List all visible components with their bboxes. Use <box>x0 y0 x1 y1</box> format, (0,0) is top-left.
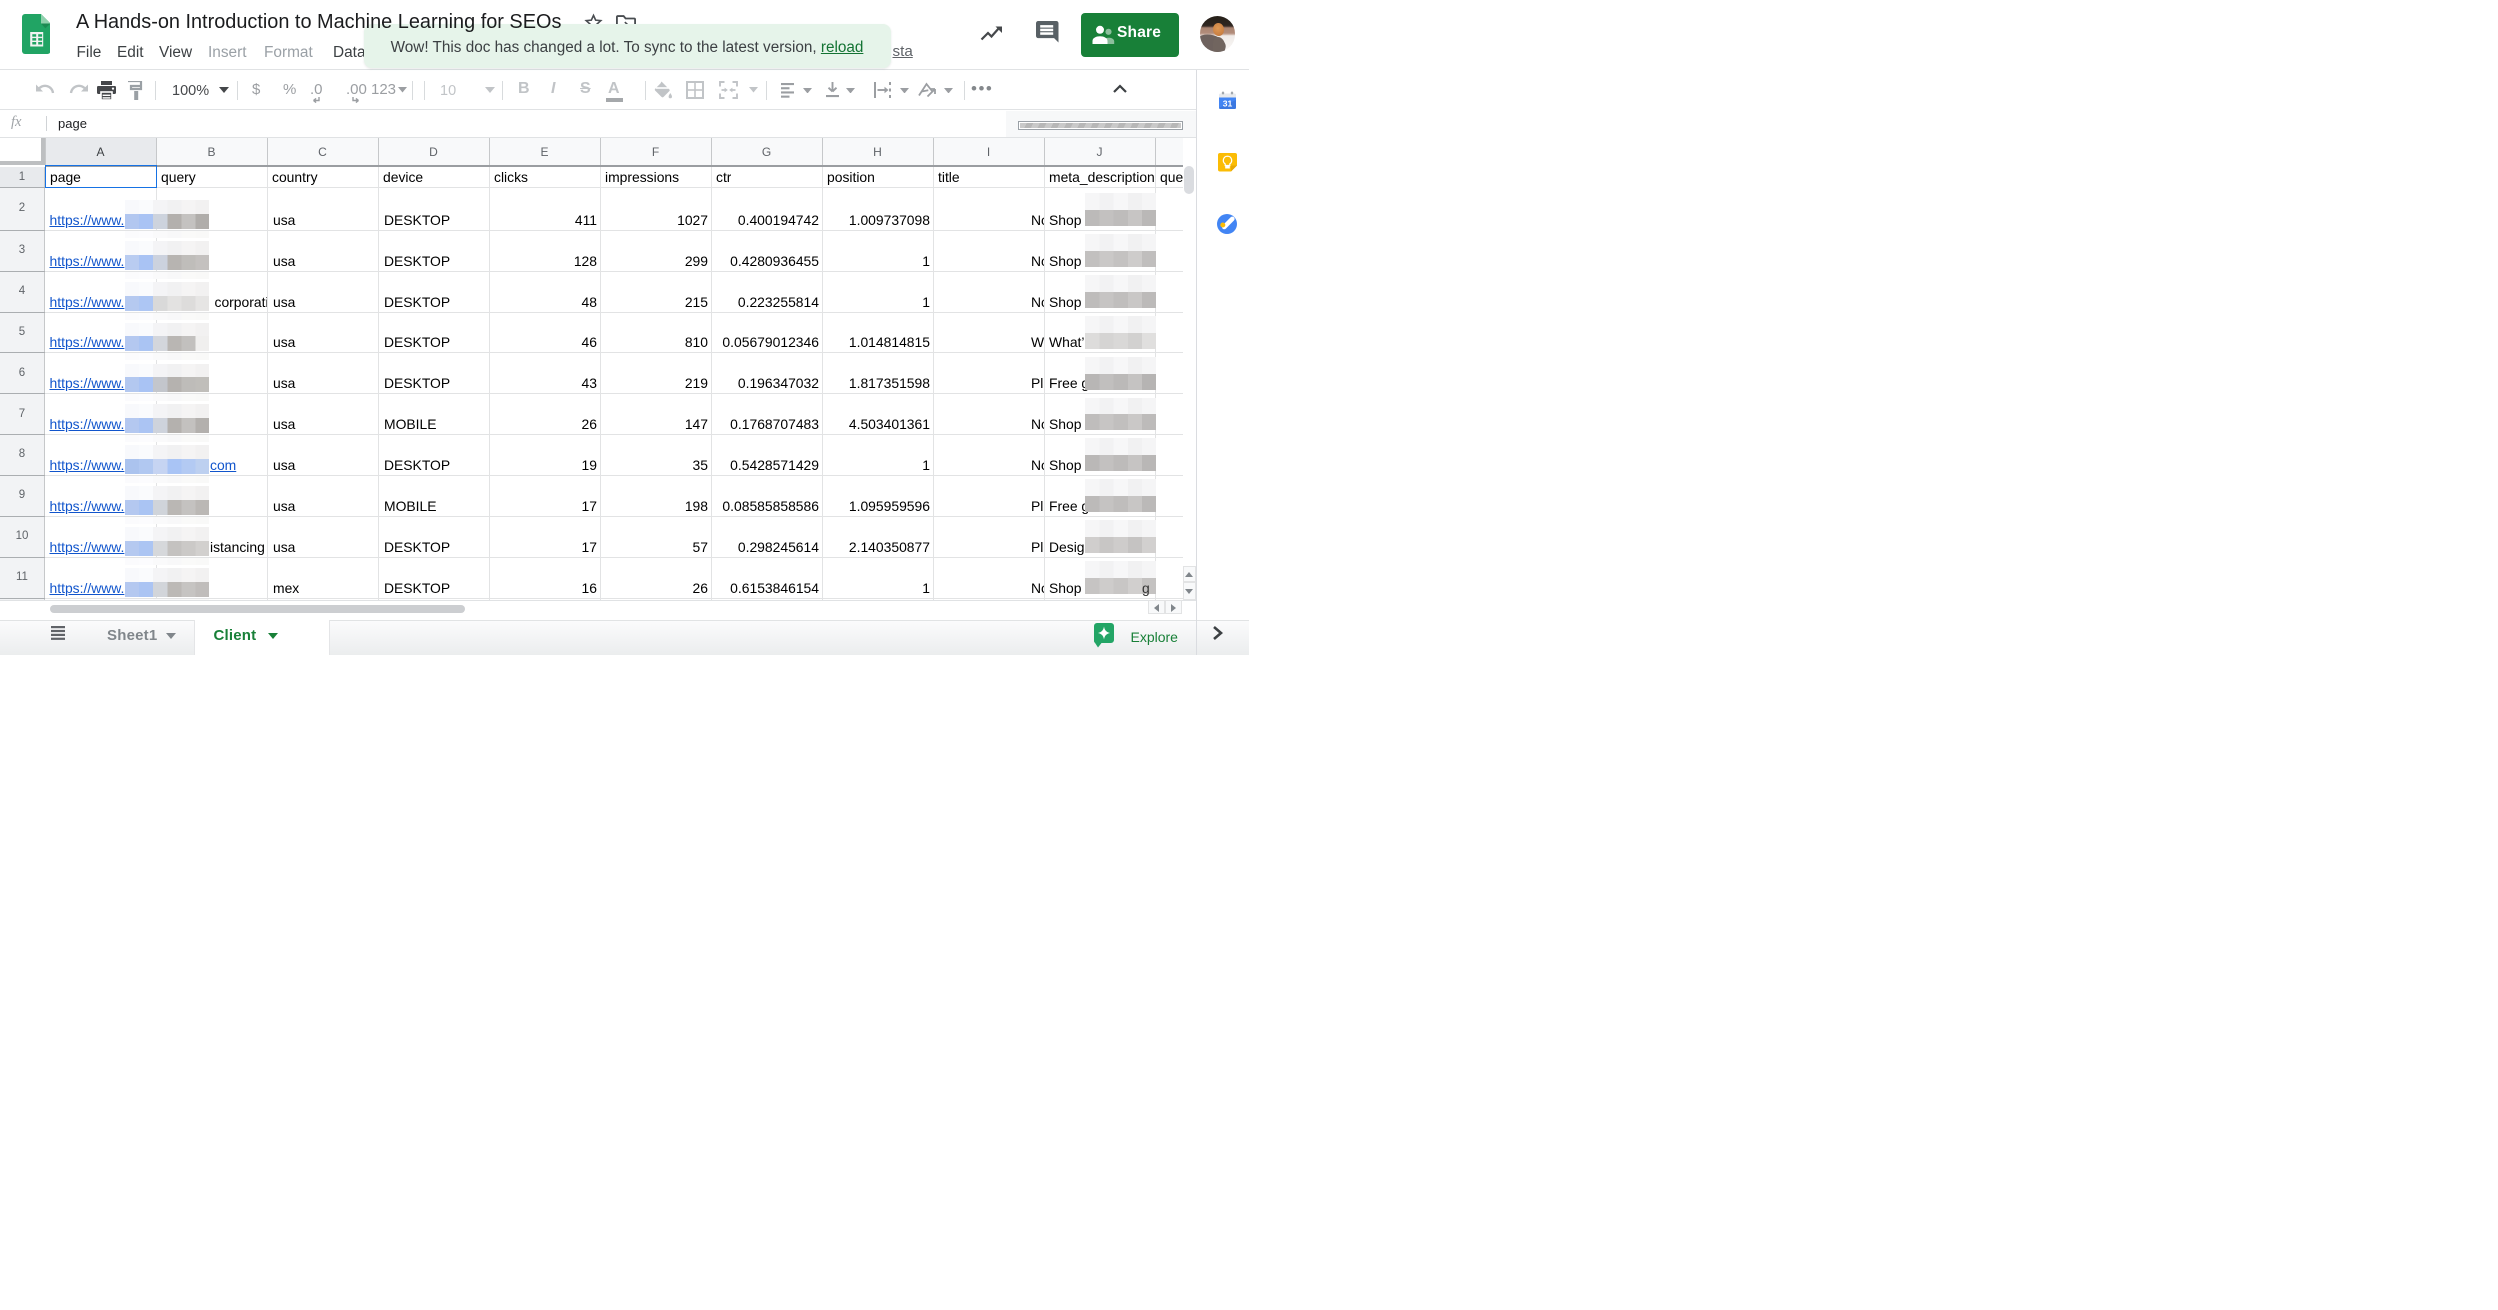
svg-text:31: 31 <box>1222 99 1232 109</box>
